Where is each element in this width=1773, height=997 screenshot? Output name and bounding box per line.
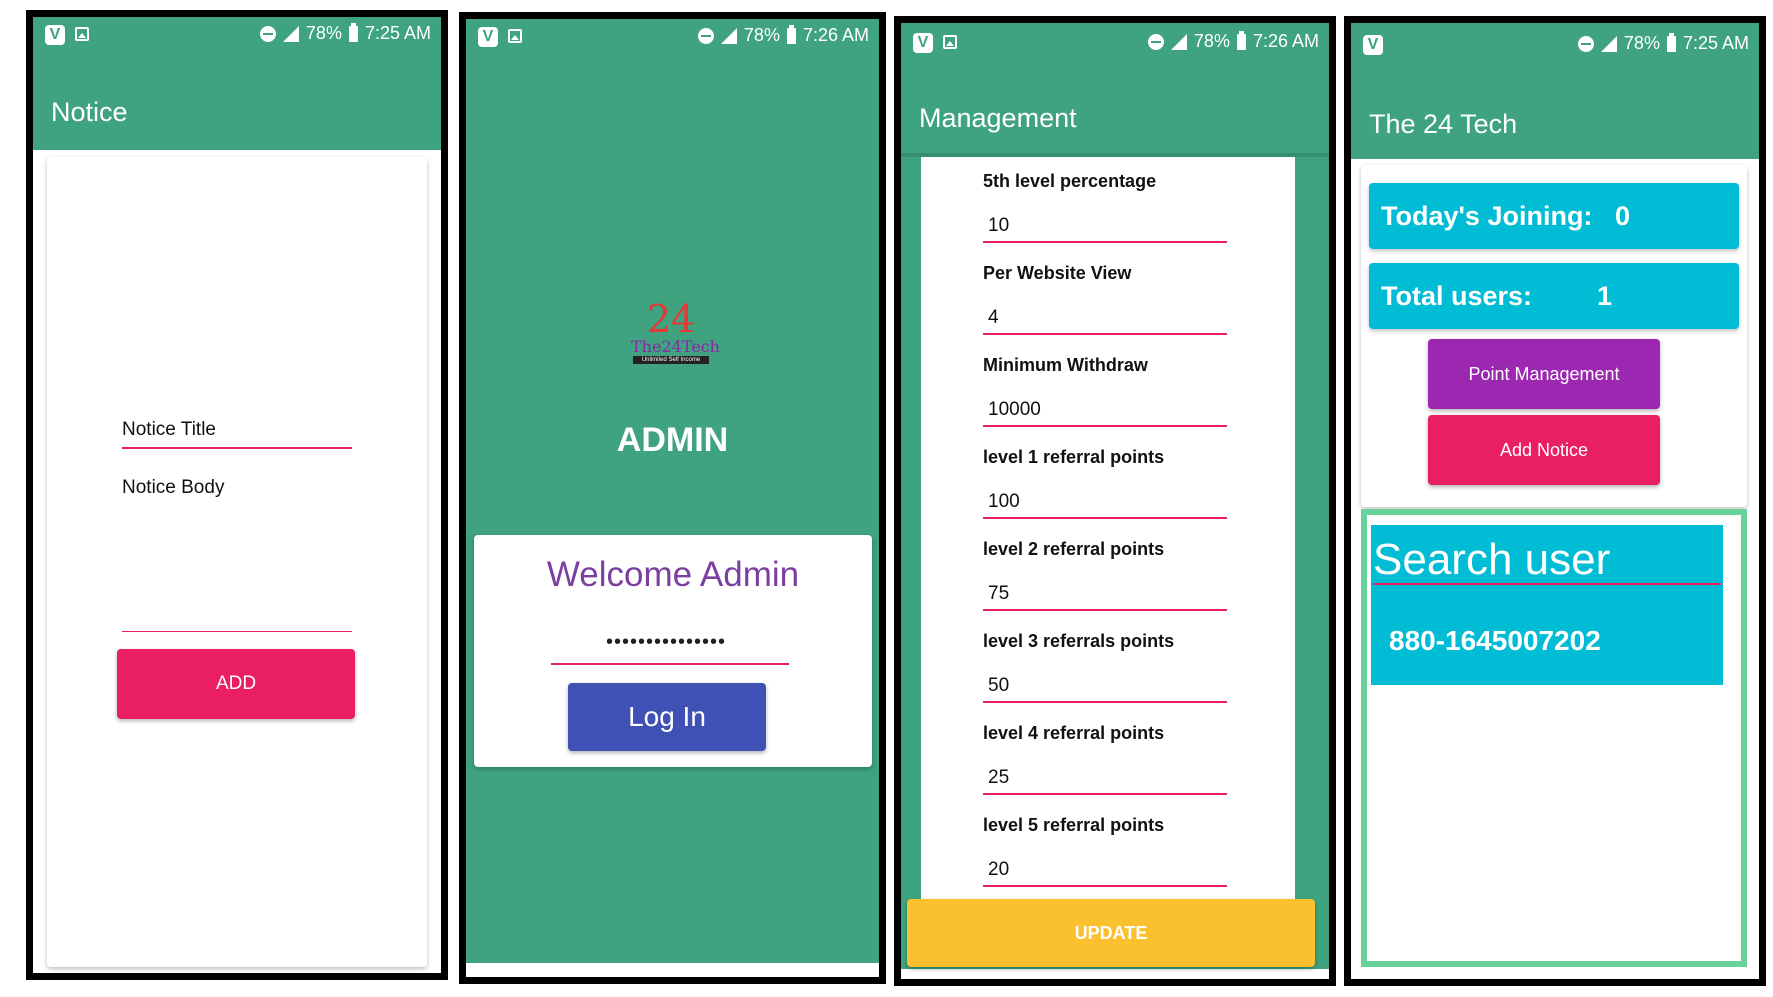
field-input[interactable]: 75 [988,583,1009,605]
total-users-panel: Total users: 1 [1369,263,1739,329]
battery-icon [786,24,796,44]
todays-joining-value: 0 [1615,201,1631,231]
field-row: Minimum Withdraw 10000 [921,341,1295,433]
status-bar: V 78% 7:25 AM [1351,27,1759,63]
image-icon [75,27,89,41]
v-app-icon: V [1363,35,1383,55]
dashboard-screen: V 78% 7:25 AM The 24 Tech Today's Joinin… [1344,16,1766,986]
do-not-disturb-icon [259,25,276,42]
page-title: Notice [51,97,128,127]
login-button[interactable]: Log In [568,683,766,751]
battery-percent: 78% [1623,33,1660,53]
management-screen: V 78% 7:26 AM Management 5th level perce… [894,16,1336,986]
notice-title-input[interactable]: Notice Title [122,419,216,441]
stats-card: Today's Joining: 0 Total users: 1 Point … [1361,165,1747,507]
v-app-icon: V [45,25,65,45]
add-button[interactable]: ADD [117,649,355,719]
field-input[interactable]: 10000 [988,399,1041,421]
signal-icon [720,27,737,44]
signal-icon [1600,35,1617,52]
admin-heading: ADMIN [616,421,729,459]
field-input[interactable]: 50 [988,675,1009,697]
add-notice-button[interactable]: Add Notice [1428,415,1660,485]
status-bar: V 78% 7:26 AM [901,25,1329,61]
battery-percent: 78% [1193,31,1230,51]
update-button[interactable]: UPDATE [907,899,1315,967]
notice-body-input[interactable]: Notice Body [122,477,224,499]
field-label: Per Website View [983,263,1132,283]
point-management-button[interactable]: Point Management [1428,339,1660,409]
field-input[interactable]: 100 [988,491,1020,513]
notice-card: Notice Title Notice Body ADD [47,157,427,967]
logo-number: 24 [646,297,696,341]
clock: 7:25 AM [364,23,431,43]
image-icon [508,29,522,43]
search-panel: Search user 880-1645007202 [1361,509,1747,967]
page-title: The 24 Tech [1369,109,1518,139]
do-not-disturb-icon [1147,33,1164,50]
field-row: level 1 referral points 100 [921,433,1295,525]
total-users-label: Total users: [1381,281,1533,311]
field-row: level 2 referral points 75 [921,525,1295,617]
page-title: Management [919,103,1077,133]
notice-title-underline [122,447,352,449]
signal-icon [282,25,299,42]
notice-body-underline [122,631,352,632]
field-label: level 2 referral points [983,539,1165,559]
password-field[interactable]: ••••••••••••••• [551,631,781,654]
battery-icon [1236,30,1246,50]
field-input[interactable]: 25 [988,767,1009,789]
field-label: Minimum Withdraw [983,355,1148,375]
battery-percent: 78% [743,25,780,45]
v-app-icon: V [478,27,498,47]
v-app-icon: V [913,33,933,53]
logo-tagline: Unlimited Self Income [633,356,709,364]
field-label: level 5 referral points [983,815,1165,835]
welcome-text: Welcome Admin [546,555,800,594]
admin-login-screen: V 78% 7:26 AM 24 The24Tech Unlimited Sel… [459,12,886,984]
battery-icon [348,22,358,42]
clock: 7:26 AM [1252,31,1319,51]
field-row: 5th level percentage 10 [921,157,1295,249]
image-icon [943,35,957,49]
field-label: level 1 referral points [983,447,1165,467]
clock: 7:25 AM [1682,33,1749,53]
do-not-disturb-icon [1577,35,1594,52]
field-row: level 4 referral points 25 [921,709,1295,801]
battery-percent: 78% [305,23,342,43]
status-bar: V 78% 7:25 AM [33,17,441,53]
search-user-input[interactable]: Search user [1373,535,1610,585]
login-card: Welcome Admin ••••••••••••••• Log In [474,535,872,767]
field-label: level 3 referrals points [983,631,1175,651]
the24tech-logo: 24 The24Tech Unlimited Self Income [631,297,720,375]
password-underline [551,663,789,665]
search-result-phone[interactable]: 880-1645007202 [1389,625,1601,657]
do-not-disturb-icon [697,27,714,44]
field-row: level 3 referrals points 50 [921,617,1295,709]
battery-icon [1666,32,1676,52]
status-bar: V 78% 7:26 AM [466,19,879,55]
field-row: level 5 referral points 20 [921,801,1295,893]
notice-screen: V 78% 7:25 AM Notice Notice Title Notice… [26,10,448,980]
field-row: Per Website View 4 [921,249,1295,341]
field-input[interactable]: 4 [988,307,999,329]
todays-joining-label: Today's Joining: [1381,201,1593,231]
total-users-value: 1 [1597,281,1613,311]
signal-icon [1170,33,1187,50]
field-label: level 4 referral points [983,723,1165,743]
field-input[interactable]: 20 [988,859,1009,881]
field-input[interactable]: 10 [988,215,1009,237]
settings-form: 5th level percentage 10 Per Website View… [921,157,1295,917]
field-label: 5th level percentage [983,171,1157,191]
todays-joining-panel: Today's Joining: 0 [1369,183,1739,249]
clock: 7:26 AM [802,25,869,45]
logo-name: The24Tech [631,337,720,356]
search-box: Search user 880-1645007202 [1371,525,1723,685]
